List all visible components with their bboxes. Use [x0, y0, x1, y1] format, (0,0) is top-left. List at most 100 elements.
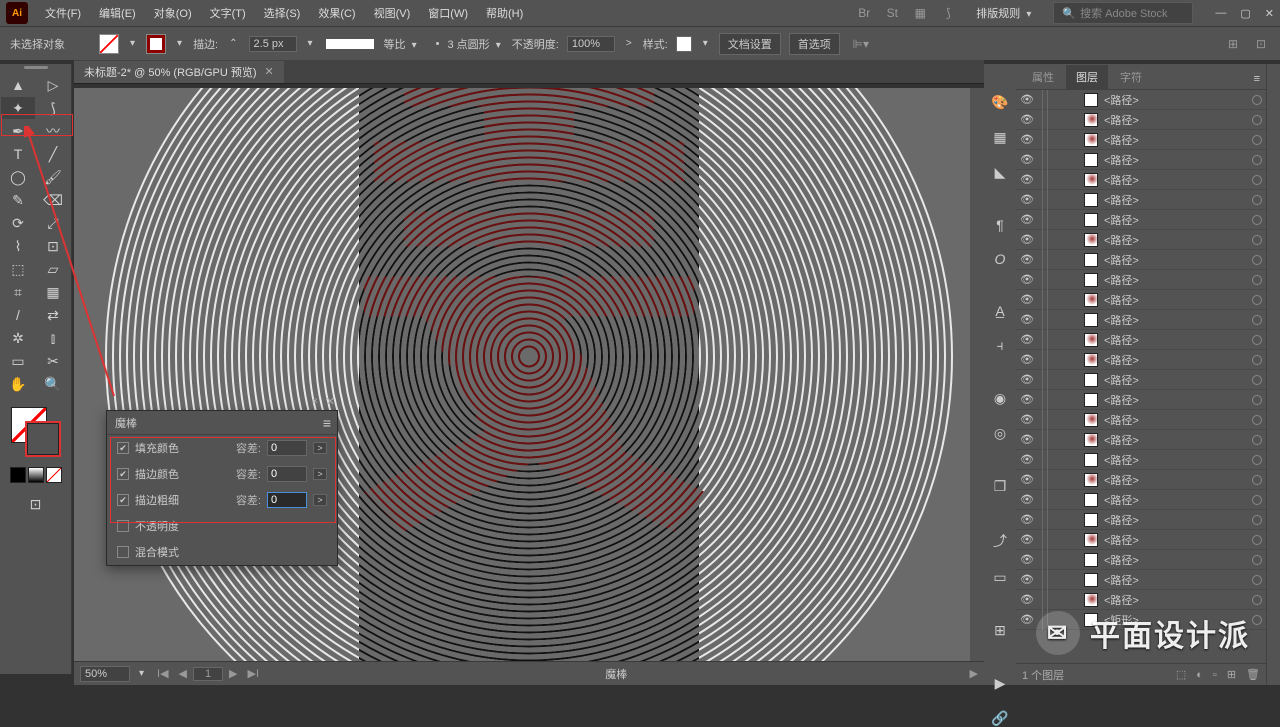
layer-row[interactable]: 👁<路径>: [1016, 150, 1266, 170]
layer-target-icon[interactable]: [1252, 235, 1262, 245]
mw-checkbox-2[interactable]: [117, 494, 129, 506]
layer-target-icon[interactable]: [1252, 435, 1262, 445]
visibility-toggle[interactable]: 👁: [1020, 273, 1034, 286]
panel-menu-icon[interactable]: ≡: [1248, 69, 1266, 89]
gpu-icon[interactable]: ⟆: [939, 4, 957, 22]
tab-close-icon[interactable]: ✕: [265, 65, 274, 78]
color-mode-gradient[interactable]: [28, 467, 44, 483]
layer-row[interactable]: 👁<路径>: [1016, 390, 1266, 410]
mw-checkbox-4[interactable]: [117, 546, 129, 558]
eraser-tool[interactable]: ⌫: [36, 189, 70, 211]
mw-tolerance-input-0[interactable]: 0: [267, 440, 307, 456]
bridge-icon[interactable]: Br: [855, 4, 873, 22]
new-sublayer-icon[interactable]: ▫: [1213, 669, 1217, 681]
layer-target-icon[interactable]: [1252, 155, 1262, 165]
menu-5[interactable]: 效果(C): [309, 5, 364, 21]
align-icon[interactable]: ⊫▾: [852, 35, 870, 53]
visibility-toggle[interactable]: 👁: [1020, 173, 1034, 186]
line-segment-tool[interactable]: ╱: [36, 143, 70, 165]
layer-row[interactable]: 👁<路径>: [1016, 310, 1266, 330]
opacity-input[interactable]: 100%: [567, 36, 615, 52]
ellipse-tool[interactable]: ◯: [1, 166, 35, 188]
opentype-panel-icon[interactable]: O: [989, 251, 1011, 267]
pen-tool[interactable]: ✒: [1, 120, 35, 142]
layers-panel-icon[interactable]: ❐: [989, 478, 1011, 495]
actions-panel-icon[interactable]: ▶: [989, 675, 1011, 692]
layer-row[interactable]: 👁<路径>: [1016, 330, 1266, 350]
layer-target-icon[interactable]: [1252, 95, 1262, 105]
layer-target-icon[interactable]: [1252, 135, 1262, 145]
menu-0[interactable]: 文件(F): [36, 5, 90, 21]
tab-properties[interactable]: 属性: [1022, 65, 1064, 89]
grid-icon[interactable]: ⊞: [1224, 35, 1242, 53]
layer-target-icon[interactable]: [1252, 215, 1262, 225]
links-panel-icon[interactable]: 🔗: [989, 710, 1011, 727]
layer-target-icon[interactable]: [1252, 615, 1262, 625]
layer-row[interactable]: 👁<路径>: [1016, 190, 1266, 210]
visibility-toggle[interactable]: 👁: [1020, 493, 1034, 506]
layer-row[interactable]: 👁<路径>: [1016, 370, 1266, 390]
paragraph-panel-icon[interactable]: ¶: [989, 217, 1011, 233]
layer-target-icon[interactable]: [1252, 495, 1262, 505]
close-window-button[interactable]: ✕: [1265, 7, 1274, 20]
layer-row[interactable]: 👁<路径>: [1016, 250, 1266, 270]
visibility-toggle[interactable]: 👁: [1020, 133, 1034, 146]
visibility-toggle[interactable]: 👁: [1020, 573, 1034, 586]
layer-target-icon[interactable]: [1252, 515, 1262, 525]
slice-tool[interactable]: ✂: [36, 350, 70, 372]
opacity-dropdown[interactable]: >: [623, 38, 635, 49]
layer-row[interactable]: 👁<路径>: [1016, 430, 1266, 450]
zoom-input[interactable]: 50%: [80, 666, 130, 682]
menu-2[interactable]: 对象(O): [145, 5, 201, 21]
swatches-panel-icon[interactable]: ▦: [989, 129, 1011, 146]
appearance-panel-icon[interactable]: ◉: [989, 390, 1011, 407]
visibility-toggle[interactable]: 👁: [1020, 553, 1034, 566]
visibility-toggle[interactable]: 👁: [1020, 293, 1034, 306]
mw-stepper-0[interactable]: >: [313, 442, 327, 454]
panel-close-icon[interactable]: ✕: [326, 395, 335, 408]
fill-dropdown[interactable]: ▾: [127, 38, 138, 49]
document-tab[interactable]: 未标题-2* @ 50% (RGB/GPU 预览) ✕: [74, 61, 284, 83]
layer-target-icon[interactable]: [1252, 415, 1262, 425]
width-tool[interactable]: ⌇: [1, 235, 35, 257]
stroke-weight-input[interactable]: 2.5 px: [249, 36, 297, 52]
panel-resize-grip[interactable]: [1266, 64, 1280, 685]
mw-checkbox-0[interactable]: [117, 442, 129, 454]
stroke-weight-link[interactable]: ⌃: [226, 38, 240, 49]
vertical-scrollbar[interactable]: [970, 88, 984, 661]
visibility-toggle[interactable]: 👁: [1020, 333, 1034, 346]
tab-character[interactable]: 字符: [1110, 65, 1152, 89]
document-setup-button[interactable]: 文档设置: [719, 33, 781, 55]
layer-target-icon[interactable]: [1252, 395, 1262, 405]
artboards-panel-icon[interactable]: ▭: [989, 569, 1011, 586]
minimize-button[interactable]: —: [1215, 7, 1226, 20]
layer-row[interactable]: 👁<路径>: [1016, 490, 1266, 510]
eyedropper-tool[interactable]: /: [1, 304, 35, 326]
visibility-toggle[interactable]: 👁: [1020, 373, 1034, 386]
profile-dropdown[interactable]: 等比 ▾: [384, 36, 420, 52]
mw-checkbox-3[interactable]: [117, 520, 129, 532]
shaper-tool[interactable]: ✎: [1, 189, 35, 211]
stock-icon[interactable]: St: [883, 4, 901, 22]
layer-row[interactable]: 👁<路径>: [1016, 530, 1266, 550]
menu-4[interactable]: 选择(S): [255, 5, 310, 21]
layer-target-icon[interactable]: [1252, 575, 1262, 585]
maximize-button[interactable]: ▢: [1240, 7, 1250, 20]
menu-8[interactable]: 帮助(H): [477, 5, 532, 21]
shape-builder-tool[interactable]: ⬚: [1, 258, 35, 280]
type-tool[interactable]: T: [1, 143, 35, 165]
visibility-toggle[interactable]: 👁: [1020, 153, 1034, 166]
layer-target-icon[interactable]: [1252, 595, 1262, 605]
visibility-toggle[interactable]: 👁: [1020, 513, 1034, 526]
layer-target-icon[interactable]: [1252, 375, 1262, 385]
scale-tool[interactable]: ⤢: [36, 212, 70, 234]
column-graph-tool[interactable]: ⫾: [36, 327, 70, 349]
graphic-styles-panel-icon[interactable]: ◎: [989, 425, 1011, 442]
layout-rules-dropdown[interactable]: 排版规则 ▾: [967, 5, 1043, 21]
character-panel-icon[interactable]: A̲: [989, 303, 1011, 319]
layer-target-icon[interactable]: [1252, 315, 1262, 325]
color-panel-icon[interactable]: 🎨: [989, 94, 1011, 111]
paintbrush-tool[interactable]: 🖌: [36, 166, 70, 188]
style-swatch[interactable]: [676, 36, 692, 52]
tab-layers[interactable]: 图层: [1066, 65, 1108, 89]
